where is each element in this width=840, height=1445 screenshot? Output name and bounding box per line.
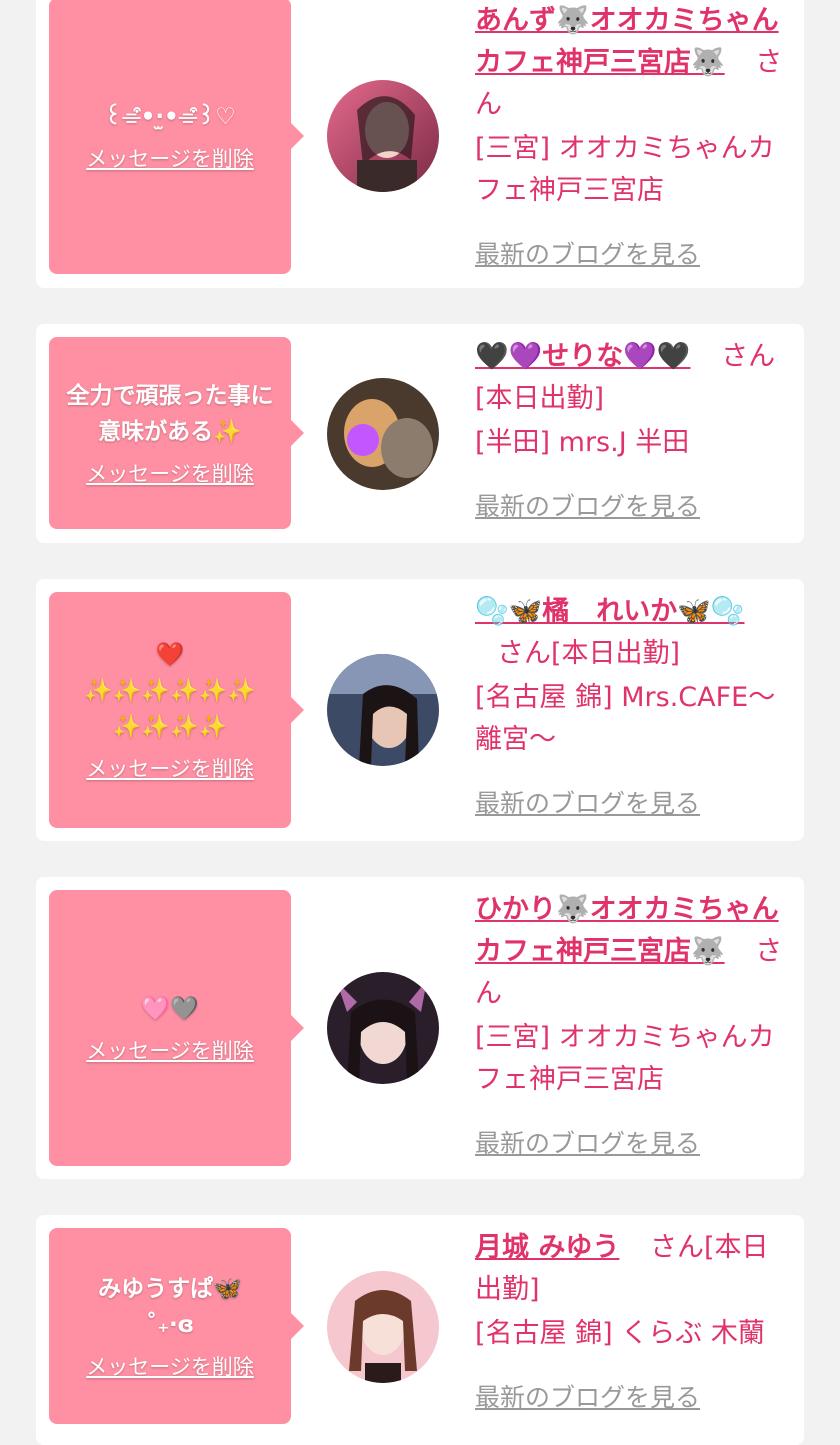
- latest-blog-link[interactable]: 最新のブログを見る: [475, 486, 795, 528]
- delete-message-link[interactable]: メッセージを削除: [86, 1035, 254, 1065]
- message-text: ꒰⌯͒•·̫•⌯͒꒱♡: [104, 104, 236, 130]
- avatar[interactable]: [327, 972, 439, 1084]
- cast-info: 🫧🦋橘 れいか🦋🫧 さん[本日出勤] [名古屋 錦] Mrs.CAFE〜離宮〜 …: [475, 591, 795, 825]
- message-text: みゆうすぱ🦋 ˚₊‧ɞ: [98, 1276, 242, 1338]
- avatar-photo: [327, 654, 439, 766]
- shop-name: [名古屋 錦] くらぶ 木蘭: [475, 1318, 765, 1349]
- latest-blog-link[interactable]: 最新のブログを見る: [475, 234, 795, 276]
- avatar-photo: [327, 972, 439, 1084]
- message-bubble: 全力で頑張った事に意味がある✨ メッセージを削除: [49, 337, 304, 529]
- message-text: ❤️ ✨✨✨✨✨✨ ✨✨✨✨: [84, 642, 256, 740]
- avatar[interactable]: [327, 1271, 439, 1383]
- avatar[interactable]: [327, 654, 439, 766]
- san-suffix: さん[本日出勤]: [497, 638, 681, 669]
- cast-name-link[interactable]: 月城 みゆう: [475, 1232, 619, 1263]
- shop-name: [名古屋 錦] Mrs.CAFE〜離宮〜: [475, 682, 776, 755]
- avatar[interactable]: [327, 378, 439, 490]
- shop-name: [三宮] オオカミちゃんカフェ神戸三宮店: [475, 1022, 775, 1095]
- cast-name-link[interactable]: あんず🐺オオカミちゃんカフェ神戸三宮店🐺: [475, 5, 779, 78]
- avatar-photo: [327, 80, 439, 192]
- shop-name: [半田] mrs.J 半田: [475, 427, 690, 458]
- message-bubble: ❤️ ✨✨✨✨✨✨ ✨✨✨✨ メッセージを削除: [49, 592, 304, 828]
- delete-message-link[interactable]: メッセージを削除: [86, 1351, 254, 1381]
- favorite-card: みゆうすぱ🦋 ˚₊‧ɞ メッセージを削除 月城 みゆう さん[本日出勤] [名古…: [36, 1215, 804, 1445]
- cast-name-link[interactable]: 🖤💜せりな💜🖤: [475, 341, 690, 372]
- avatar-photo: [327, 378, 439, 490]
- cast-info: ひかり🐺オオカミちゃんカフェ神戸三宮店🐺 さん [三宮] オオカミちゃんカフェ神…: [475, 889, 795, 1165]
- favorite-card: 🩷🩶 メッセージを削除 ひかり🐺オオカミちゃんカフェ神戸三宮店🐺 さん [三宮]…: [36, 877, 804, 1179]
- latest-blog-link[interactable]: 最新のブログを見る: [475, 1123, 795, 1165]
- message-text: 🩷🩶: [141, 996, 199, 1022]
- favorite-card: 全力で頑張った事に意味がある✨ メッセージを削除 🖤💜せりな💜🖤 さん[本日出勤…: [36, 324, 804, 543]
- message-bubble: みゆうすぱ🦋 ˚₊‧ɞ メッセージを削除: [49, 1228, 304, 1424]
- cast-name-link[interactable]: 🫧🦋橘 れいか🦋🫧: [475, 596, 744, 627]
- favorite-card: ꒰⌯͒•·̫•⌯͒꒱♡ メッセージを削除 あんず🐺オオカミちゃんカフェ神戸三宮店…: [36, 0, 804, 288]
- delete-message-link[interactable]: メッセージを削除: [86, 143, 254, 173]
- cast-info: 月城 みゆう さん[本日出勤] [名古屋 錦] くらぶ 木蘭 最新のブログを見る: [475, 1227, 795, 1419]
- message-bubble: ꒰⌯͒•·̫•⌯͒꒱♡ メッセージを削除: [49, 0, 304, 274]
- cast-info: あんず🐺オオカミちゃんカフェ神戸三宮店🐺 さん [三宮] オオカミちゃんカフェ神…: [475, 0, 795, 276]
- message-bubble: 🩷🩶 メッセージを削除: [49, 890, 304, 1166]
- favorite-card: ❤️ ✨✨✨✨✨✨ ✨✨✨✨ メッセージを削除 🫧🦋橘 れいか🦋🫧 さん[本日出…: [36, 579, 804, 841]
- latest-blog-link[interactable]: 最新のブログを見る: [475, 1377, 795, 1419]
- avatar-photo: [327, 1271, 439, 1383]
- cast-info: 🖤💜せりな💜🖤 さん[本日出勤] [半田] mrs.J 半田 最新のブログを見る: [475, 336, 795, 528]
- delete-message-link[interactable]: メッセージを削除: [86, 753, 254, 783]
- delete-message-link[interactable]: メッセージを削除: [86, 458, 254, 488]
- cast-name-link[interactable]: ひかり🐺オオカミちゃんカフェ神戸三宮店🐺: [475, 894, 779, 967]
- latest-blog-link[interactable]: 最新のブログを見る: [475, 783, 795, 825]
- message-text: 全力で頑張った事に意味がある✨: [66, 383, 274, 445]
- shop-name: [三宮] オオカミちゃんカフェ神戸三宮店: [475, 133, 775, 206]
- avatar[interactable]: [327, 80, 439, 192]
